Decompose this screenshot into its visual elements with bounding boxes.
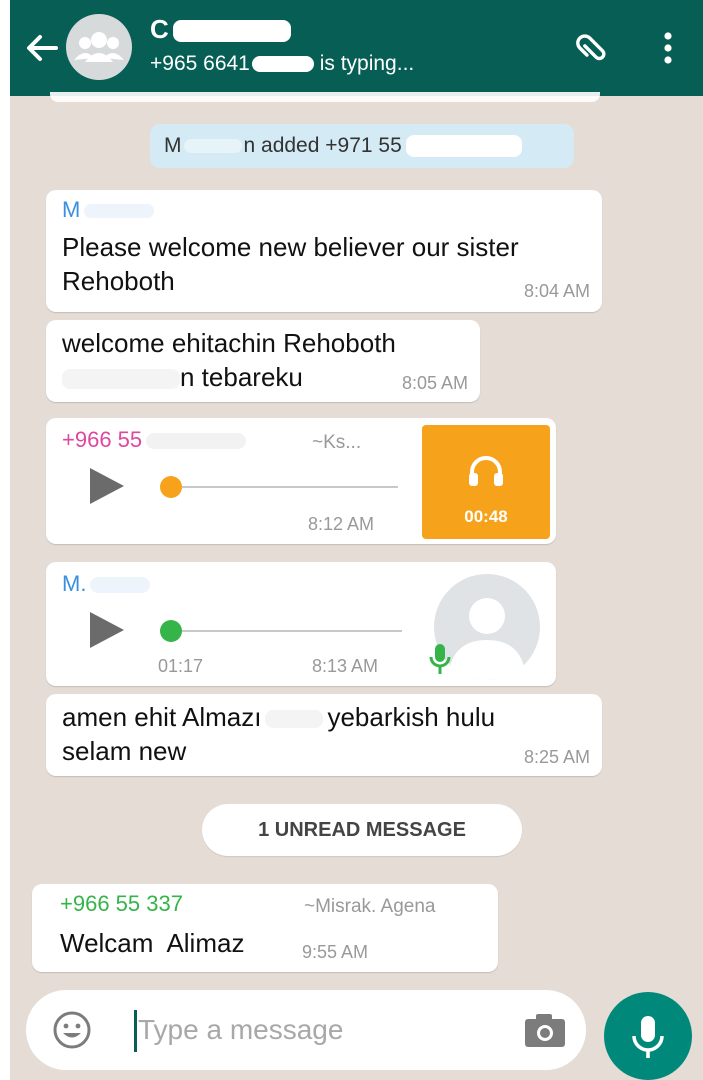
message-text: Welcam Alimaz <box>60 928 245 958</box>
message-bubble[interactable]: +966 55 337 ~Misrak. Agena Welcam Alimaz… <box>32 884 498 972</box>
message-text: amen ehit Almazı yebarkish hulu <box>62 702 496 732</box>
message-text: welcome ehitachin Rehoboth <box>62 328 396 358</box>
audio-track[interactable] <box>162 630 402 632</box>
more-vert-icon[interactable] <box>658 28 678 68</box>
audio-file-thumbnail[interactable]: 00:48 <box>422 425 550 539</box>
message-text-line: n tebareku <box>62 360 303 394</box>
group-avatar-icon[interactable] <box>66 14 132 80</box>
message-text-line: selam new <box>62 736 187 766</box>
message-time: 8:04 AM <box>523 281 590 301</box>
sender-phone[interactable]: +966 55 <box>62 426 247 454</box>
voice-message-bubble[interactable]: M. 01:17 8:13 AM <box>46 562 556 686</box>
audio-duration: 00:48 <box>464 507 508 526</box>
audio-progress-knob[interactable] <box>160 476 182 498</box>
sender-display-name: ~Misrak. Agena <box>304 896 436 917</box>
system-message: Mn added +971 55 <box>150 124 574 168</box>
chat-title-block[interactable]: C +965 6641 is typing... <box>150 14 414 78</box>
mic-icon <box>632 1016 664 1058</box>
unread-messages-divider: 1 UNREAD MESSAGE <box>202 804 522 856</box>
typing-status: +965 6641 is typing... <box>150 52 415 75</box>
message-text: Please welcome new believer our sister R… <box>62 232 519 296</box>
audio-track[interactable] <box>162 486 398 488</box>
play-icon[interactable] <box>86 466 126 506</box>
voice-record-button[interactable] <box>604 992 692 1080</box>
whatsapp-chat-screen: C +965 6641 is typing... Mn added +971 5… <box>10 0 703 1080</box>
message-input[interactable] <box>138 1006 508 1054</box>
sender-display-name: ~Ks... <box>312 432 362 453</box>
camera-icon[interactable] <box>522 1010 568 1050</box>
message-list[interactable]: Mn added +971 55 M Please welcome new be… <box>10 92 703 1080</box>
emoji-icon[interactable] <box>52 1010 92 1050</box>
previous-message-edge <box>50 92 600 102</box>
text-cursor <box>134 1010 137 1052</box>
audio-elapsed: 01:17 <box>158 656 204 676</box>
chat-name: C <box>150 14 414 44</box>
message-time: 8:25 AM <box>523 747 590 767</box>
chat-header: C +965 6641 is typing... <box>10 0 703 96</box>
play-icon[interactable] <box>86 610 126 650</box>
sender-name[interactable]: M <box>62 196 155 224</box>
message-composer <box>26 990 586 1070</box>
message-bubble[interactable]: amen ehit Almazı yebarkish hulu selam new… <box>46 694 602 776</box>
message-time: 9:55 AM <box>302 942 369 962</box>
back-arrow-icon[interactable] <box>22 26 62 70</box>
message-time: 8:13 AM <box>312 656 379 676</box>
paperclip-icon[interactable] <box>570 26 618 70</box>
audio-progress-knob[interactable] <box>160 620 182 642</box>
sender-name[interactable]: M. <box>62 570 151 598</box>
message-time: 8:05 AM <box>401 373 468 393</box>
headphones-icon <box>466 453 506 489</box>
message-bubble[interactable]: welcome ehitachin Rehoboth n tebareku 8:… <box>46 320 480 402</box>
sender-phone[interactable]: +966 55 337 <box>60 890 183 918</box>
message-time: 8:12 AM <box>308 514 375 534</box>
message-bubble[interactable]: M Please welcome new believer our sister… <box>46 190 602 312</box>
mic-small-icon <box>428 642 452 676</box>
